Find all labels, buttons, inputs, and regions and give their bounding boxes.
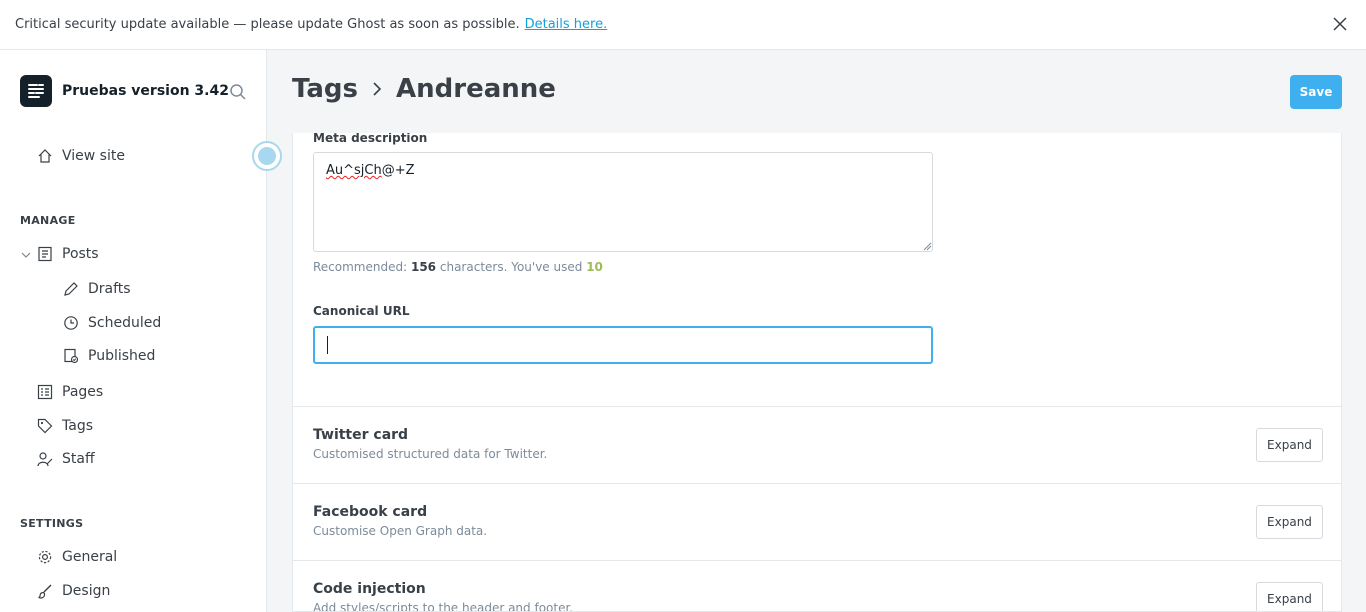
chevron-right-icon: [373, 82, 382, 96]
resize-handle-icon[interactable]: [923, 242, 932, 251]
tag-icon: [37, 418, 53, 434]
nav-posts[interactable]: Posts: [37, 246, 99, 262]
pages-icon: [37, 384, 53, 400]
meta-description-label: Meta description: [313, 133, 428, 145]
facebook-card-subtitle: Customise Open Graph data.: [313, 524, 488, 538]
pencil-icon: [64, 282, 78, 296]
text-caret: [327, 336, 328, 354]
code-injection-subtitle: Add styles/scripts to the header and foo…: [313, 601, 574, 612]
nav-scheduled[interactable]: Scheduled: [63, 315, 161, 331]
gear-icon: [38, 550, 52, 564]
settings-section-label: SETTINGS: [20, 517, 84, 530]
clock-icon: [64, 316, 78, 330]
sidebar: Pruebas version 3.42 View site MANAGE Po…: [0, 50, 282, 612]
nav-design[interactable]: Design: [37, 583, 110, 599]
twitter-card-title: Twitter card: [313, 427, 409, 443]
nav-drafts[interactable]: Drafts: [63, 281, 131, 297]
hint-prefix: Recommended:: [313, 260, 408, 274]
nav-scheduled-label: Scheduled: [88, 315, 162, 331]
manage-section-label: MANAGE: [20, 214, 76, 227]
code-injection-section: Code injection Add styles/scripts to the…: [293, 560, 1341, 612]
close-icon[interactable]: [1332, 16, 1348, 32]
twitter-card-subtitle: Customised structured data for Twitter.: [313, 447, 548, 461]
tag-settings-card: Meta description Au^sjCh@+Z Recommended:…: [292, 133, 1342, 612]
nav-general[interactable]: General: [37, 549, 117, 565]
search-icon[interactable]: [229, 83, 247, 101]
home-icon: [38, 149, 52, 163]
hint-used-count: 10: [586, 260, 603, 274]
facebook-card-section: Facebook card Customise Open Graph data.…: [293, 483, 1341, 560]
nav-design-label: Design: [62, 583, 111, 599]
nav-published-label: Published: [88, 348, 156, 364]
posts-icon: [38, 246, 52, 262]
meta-description-rest: @+Z: [381, 163, 415, 178]
canonical-url-label: Canonical URL: [313, 304, 410, 318]
update-indicator[interactable]: [252, 141, 282, 171]
nav-tags[interactable]: Tags: [37, 418, 93, 434]
banner-message: Critical security update available — ple…: [15, 17, 520, 32]
canonical-url-input[interactable]: [313, 326, 933, 364]
nav-view-site-label: View site: [62, 148, 125, 164]
update-banner: Critical security update available — ple…: [0, 0, 1366, 50]
nav-published[interactable]: Published: [63, 348, 155, 364]
meta-description-misspelled: Au^sjCh: [326, 163, 382, 178]
nav-tags-label: Tags: [62, 418, 93, 434]
facebook-expand-button[interactable]: Expand: [1256, 505, 1323, 539]
nav-staff-label: Staff: [62, 451, 95, 467]
meta-description-hint: Recommended: 156 characters. You've used…: [313, 260, 603, 274]
nav-pages-label: Pages: [62, 384, 104, 400]
brand[interactable]: Pruebas version 3.42: [20, 75, 229, 107]
breadcrumb-tags-link[interactable]: Tags: [292, 74, 358, 104]
twitter-card-section: Twitter card Customised structured data …: [293, 406, 1341, 483]
site-logo-icon: [20, 75, 52, 107]
hint-recommended-count: 156: [410, 260, 437, 274]
code-injection-expand-button[interactable]: Expand: [1256, 582, 1323, 611]
nav-view-site[interactable]: View site: [37, 148, 125, 164]
facebook-card-title: Facebook card: [313, 504, 428, 520]
twitter-expand-button[interactable]: Expand: [1256, 428, 1323, 462]
breadcrumb: Tags Andreanne: [292, 74, 556, 104]
brush-icon: [38, 584, 52, 599]
save-button[interactable]: Save: [1290, 75, 1342, 109]
staff-icon: [37, 452, 53, 467]
code-injection-title: Code injection: [313, 581, 426, 597]
nav-drafts-label: Drafts: [88, 281, 131, 297]
nav-staff[interactable]: Staff: [37, 451, 95, 467]
hint-middle: characters. You've used: [439, 260, 583, 274]
meta-description-field[interactable]: Au^sjCh@+Z: [313, 152, 933, 252]
chevron-down-icon[interactable]: [21, 250, 31, 260]
page-title: Andreanne: [396, 74, 556, 104]
nav-posts-label: Posts: [62, 246, 99, 262]
site-name: Pruebas version 3.42: [62, 83, 229, 99]
nav-pages[interactable]: Pages: [37, 384, 103, 400]
nav-general-label: General: [62, 549, 118, 565]
banner-details-link[interactable]: Details here.: [525, 17, 608, 32]
published-icon: [64, 348, 79, 364]
